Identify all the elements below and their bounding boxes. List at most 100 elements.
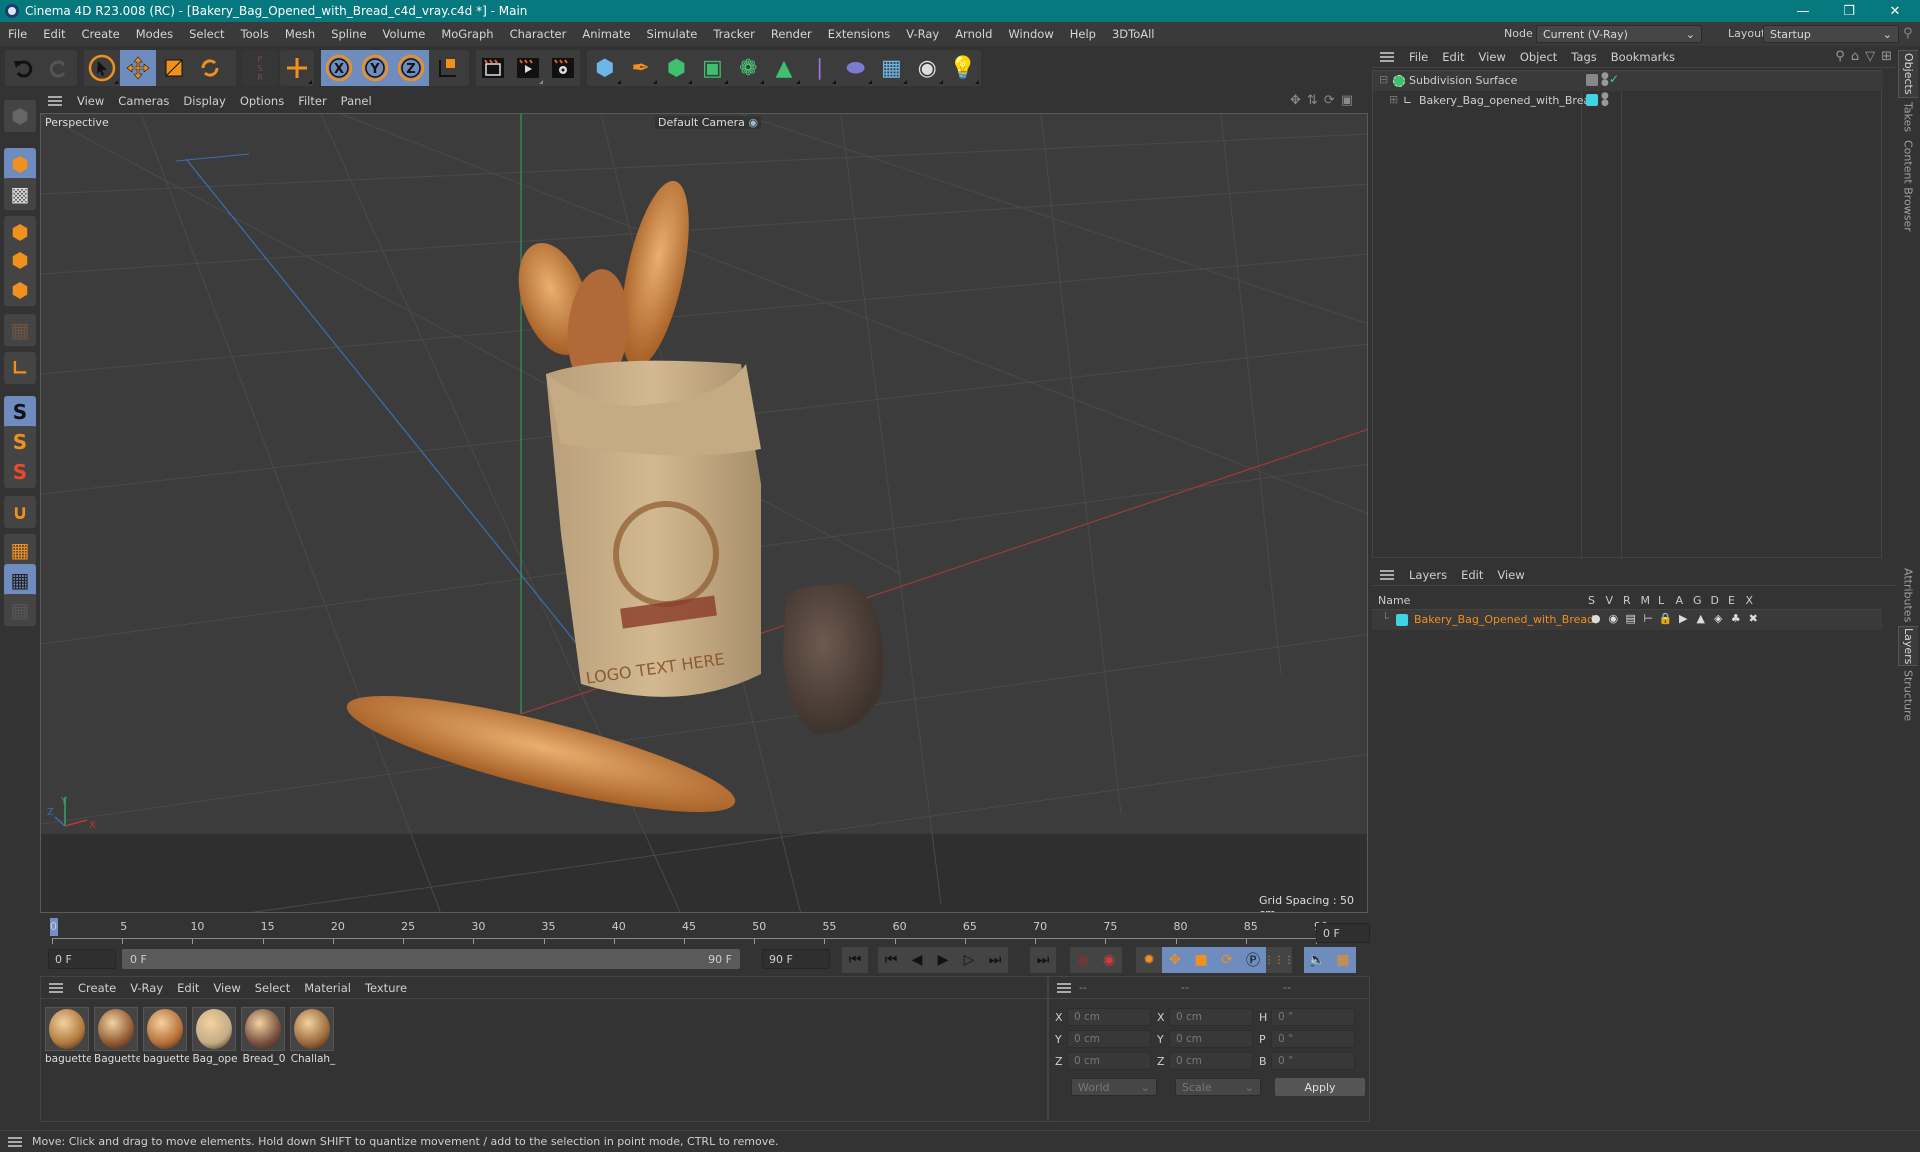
material-swatch[interactable]: Challah_	[290, 1007, 336, 1065]
material-menu-create[interactable]: Create	[71, 981, 123, 995]
layer-column-m[interactable]: M	[1641, 594, 1651, 607]
layer-color-swatch[interactable]	[1396, 614, 1408, 626]
menu-help[interactable]: Help	[1062, 27, 1104, 41]
scale-tool-button[interactable]	[156, 50, 192, 86]
coordinate-system-button[interactable]	[429, 50, 465, 86]
home-icon[interactable]: ⌂	[1851, 49, 1859, 64]
workplane-button[interactable]: ▦	[4, 534, 36, 566]
object-menu-bookmarks[interactable]: Bookmarks	[1604, 50, 1682, 64]
layer-column-r[interactable]: R	[1623, 594, 1631, 607]
visible-icon[interactable]: ◉	[1606, 612, 1622, 625]
undo-button[interactable]	[5, 50, 41, 86]
snap-button[interactable]: S	[4, 396, 36, 428]
locked-workplane-button[interactable]: ▦	[4, 564, 36, 596]
viewport-menu-view[interactable]: View	[70, 94, 111, 108]
polygon-mode-button[interactable]: ⬢	[4, 274, 36, 306]
layer-column-e[interactable]: E	[1728, 594, 1735, 607]
render-settings-button[interactable]	[545, 50, 580, 86]
material-swatch[interactable]: Baguette	[94, 1007, 140, 1065]
tab-attributes[interactable]: Attributes	[1898, 566, 1918, 624]
previous-frame-button[interactable]: ◀	[904, 947, 930, 973]
object-menu-tags[interactable]: Tags	[1564, 50, 1603, 64]
menu-tracker[interactable]: Tracker	[705, 27, 763, 41]
size-x-field[interactable]: 0 cm	[1169, 1008, 1253, 1026]
x-axis-lock-button[interactable]: X	[321, 50, 357, 86]
menu-spline[interactable]: Spline	[323, 27, 374, 41]
animation-icon[interactable]: ▶	[1676, 612, 1692, 625]
next-key-button[interactable]: ⏭	[982, 947, 1008, 973]
floor-button[interactable]: ▦	[874, 50, 910, 86]
object-menu-icon[interactable]	[1380, 51, 1394, 62]
solo-icon[interactable]: ●	[1588, 612, 1604, 625]
menu-animate[interactable]: Animate	[574, 27, 638, 41]
key-parameter-button[interactable]: Ⓟ	[1240, 947, 1266, 973]
deformer-button[interactable]: ⬬	[838, 50, 874, 86]
material-menu-v-ray[interactable]: V-Ray	[123, 981, 170, 995]
tab-layers[interactable]: Layers	[1898, 626, 1918, 666]
key-pla-button[interactable]: ⋮⋮⋮	[1264, 947, 1294, 973]
go-to-start-button[interactable]: ⏮	[842, 947, 868, 973]
snap-settings-button[interactable]: S	[4, 426, 36, 458]
close-button[interactable]: ✕	[1872, 0, 1918, 22]
layer-column-x[interactable]: X	[1746, 594, 1754, 607]
material-menu-view[interactable]: View	[206, 981, 247, 995]
pan-icon[interactable]: ✥	[1290, 93, 1301, 108]
layer-menu-layers[interactable]: Layers	[1402, 568, 1454, 582]
y-axis-lock-button[interactable]: Y	[357, 50, 393, 86]
layer-column-s[interactable]: S	[1588, 594, 1595, 607]
menu-character[interactable]: Character	[502, 27, 575, 41]
timeline-film-button[interactable]: ▦	[1330, 947, 1356, 973]
status-menu-icon[interactable]	[8, 1136, 22, 1147]
material-swatch[interactable]: baguette	[143, 1007, 189, 1065]
key-scale-button[interactable]: ■	[1188, 947, 1214, 973]
select-tool-button[interactable]	[84, 50, 120, 86]
uv-mode-button[interactable]: ▦	[4, 314, 36, 346]
menu-select[interactable]: Select	[181, 27, 232, 41]
visibility-dots-icon[interactable]: ● ●	[1601, 92, 1609, 108]
menu-volume[interactable]: Volume	[375, 27, 434, 41]
menu-arnold[interactable]: Arnold	[947, 27, 1000, 41]
xref-icon[interactable]: ✖	[1746, 612, 1762, 625]
pen-spline-button[interactable]: ✒	[623, 50, 659, 86]
extrude-button[interactable]: ▣	[694, 50, 730, 86]
play-button[interactable]: ▶	[930, 947, 956, 973]
material-swatch[interactable]: baguette	[45, 1007, 91, 1065]
rotate-tool-button[interactable]	[192, 50, 228, 86]
viewport-menu-panel[interactable]: Panel	[334, 94, 379, 108]
dolly-icon[interactable]: ⇅	[1307, 93, 1318, 108]
new-window-icon[interactable]: ⊞	[1881, 49, 1892, 64]
layer-name[interactable]: Bakery_Bag_Opened_with_Bread	[1414, 613, 1594, 626]
axis-mode-button[interactable]: ∟	[4, 352, 36, 384]
editor-toggle-icon[interactable]	[1586, 74, 1598, 86]
menu-simulate[interactable]: Simulate	[639, 27, 706, 41]
layer-column-a[interactable]: A	[1676, 594, 1684, 607]
rotation-h-field[interactable]: 0 °	[1271, 1008, 1355, 1026]
keyframe-selection-button[interactable]: ✹	[1136, 947, 1162, 973]
frame-range-slider[interactable]: 0 F 90 F	[122, 949, 740, 969]
start-frame-field[interactable]: 0 F	[48, 949, 116, 969]
material-swatch[interactable]: Bag_ope	[192, 1007, 238, 1065]
3d-viewport[interactable]: LOGO TEXT HERE Y X Z Perspective Default…	[40, 113, 1368, 913]
transform-mode-dropdown[interactable]: Scale ⌄	[1175, 1078, 1261, 1096]
menu-modes[interactable]: Modes	[128, 27, 181, 41]
layer-menu-edit[interactable]: Edit	[1454, 568, 1490, 582]
viewport-menu-cameras[interactable]: Cameras	[111, 94, 176, 108]
material-swatch[interactable]: Bread_0	[241, 1007, 287, 1065]
layer-menu-view[interactable]: View	[1490, 568, 1531, 582]
tab-objects[interactable]: Objects	[1898, 50, 1918, 98]
key-rotation-button[interactable]: ⟳	[1214, 947, 1240, 973]
collapse-icon[interactable]: ⊟	[1379, 73, 1388, 86]
end-frame-field[interactable]: 90 F	[762, 949, 830, 969]
magnet-button[interactable]: ∪	[4, 496, 36, 528]
layer-menu-icon[interactable]	[1380, 569, 1394, 580]
make-editable-button[interactable]: ⬢	[4, 100, 36, 132]
layer-column-v[interactable]: V	[1606, 594, 1614, 607]
coordinate-space-dropdown[interactable]: World ⌄	[1071, 1078, 1157, 1096]
object-menu-view[interactable]: View	[1472, 50, 1513, 64]
expand-icon[interactable]: ⊞	[1389, 93, 1398, 106]
sound-button[interactable]: 🔈	[1304, 947, 1330, 973]
layer-column-name[interactable]: Name	[1378, 594, 1410, 607]
object-menu-file[interactable]: File	[1402, 50, 1435, 64]
current-frame-field[interactable]: 0 F	[1316, 923, 1370, 943]
light-button[interactable]: 💡	[945, 50, 981, 86]
